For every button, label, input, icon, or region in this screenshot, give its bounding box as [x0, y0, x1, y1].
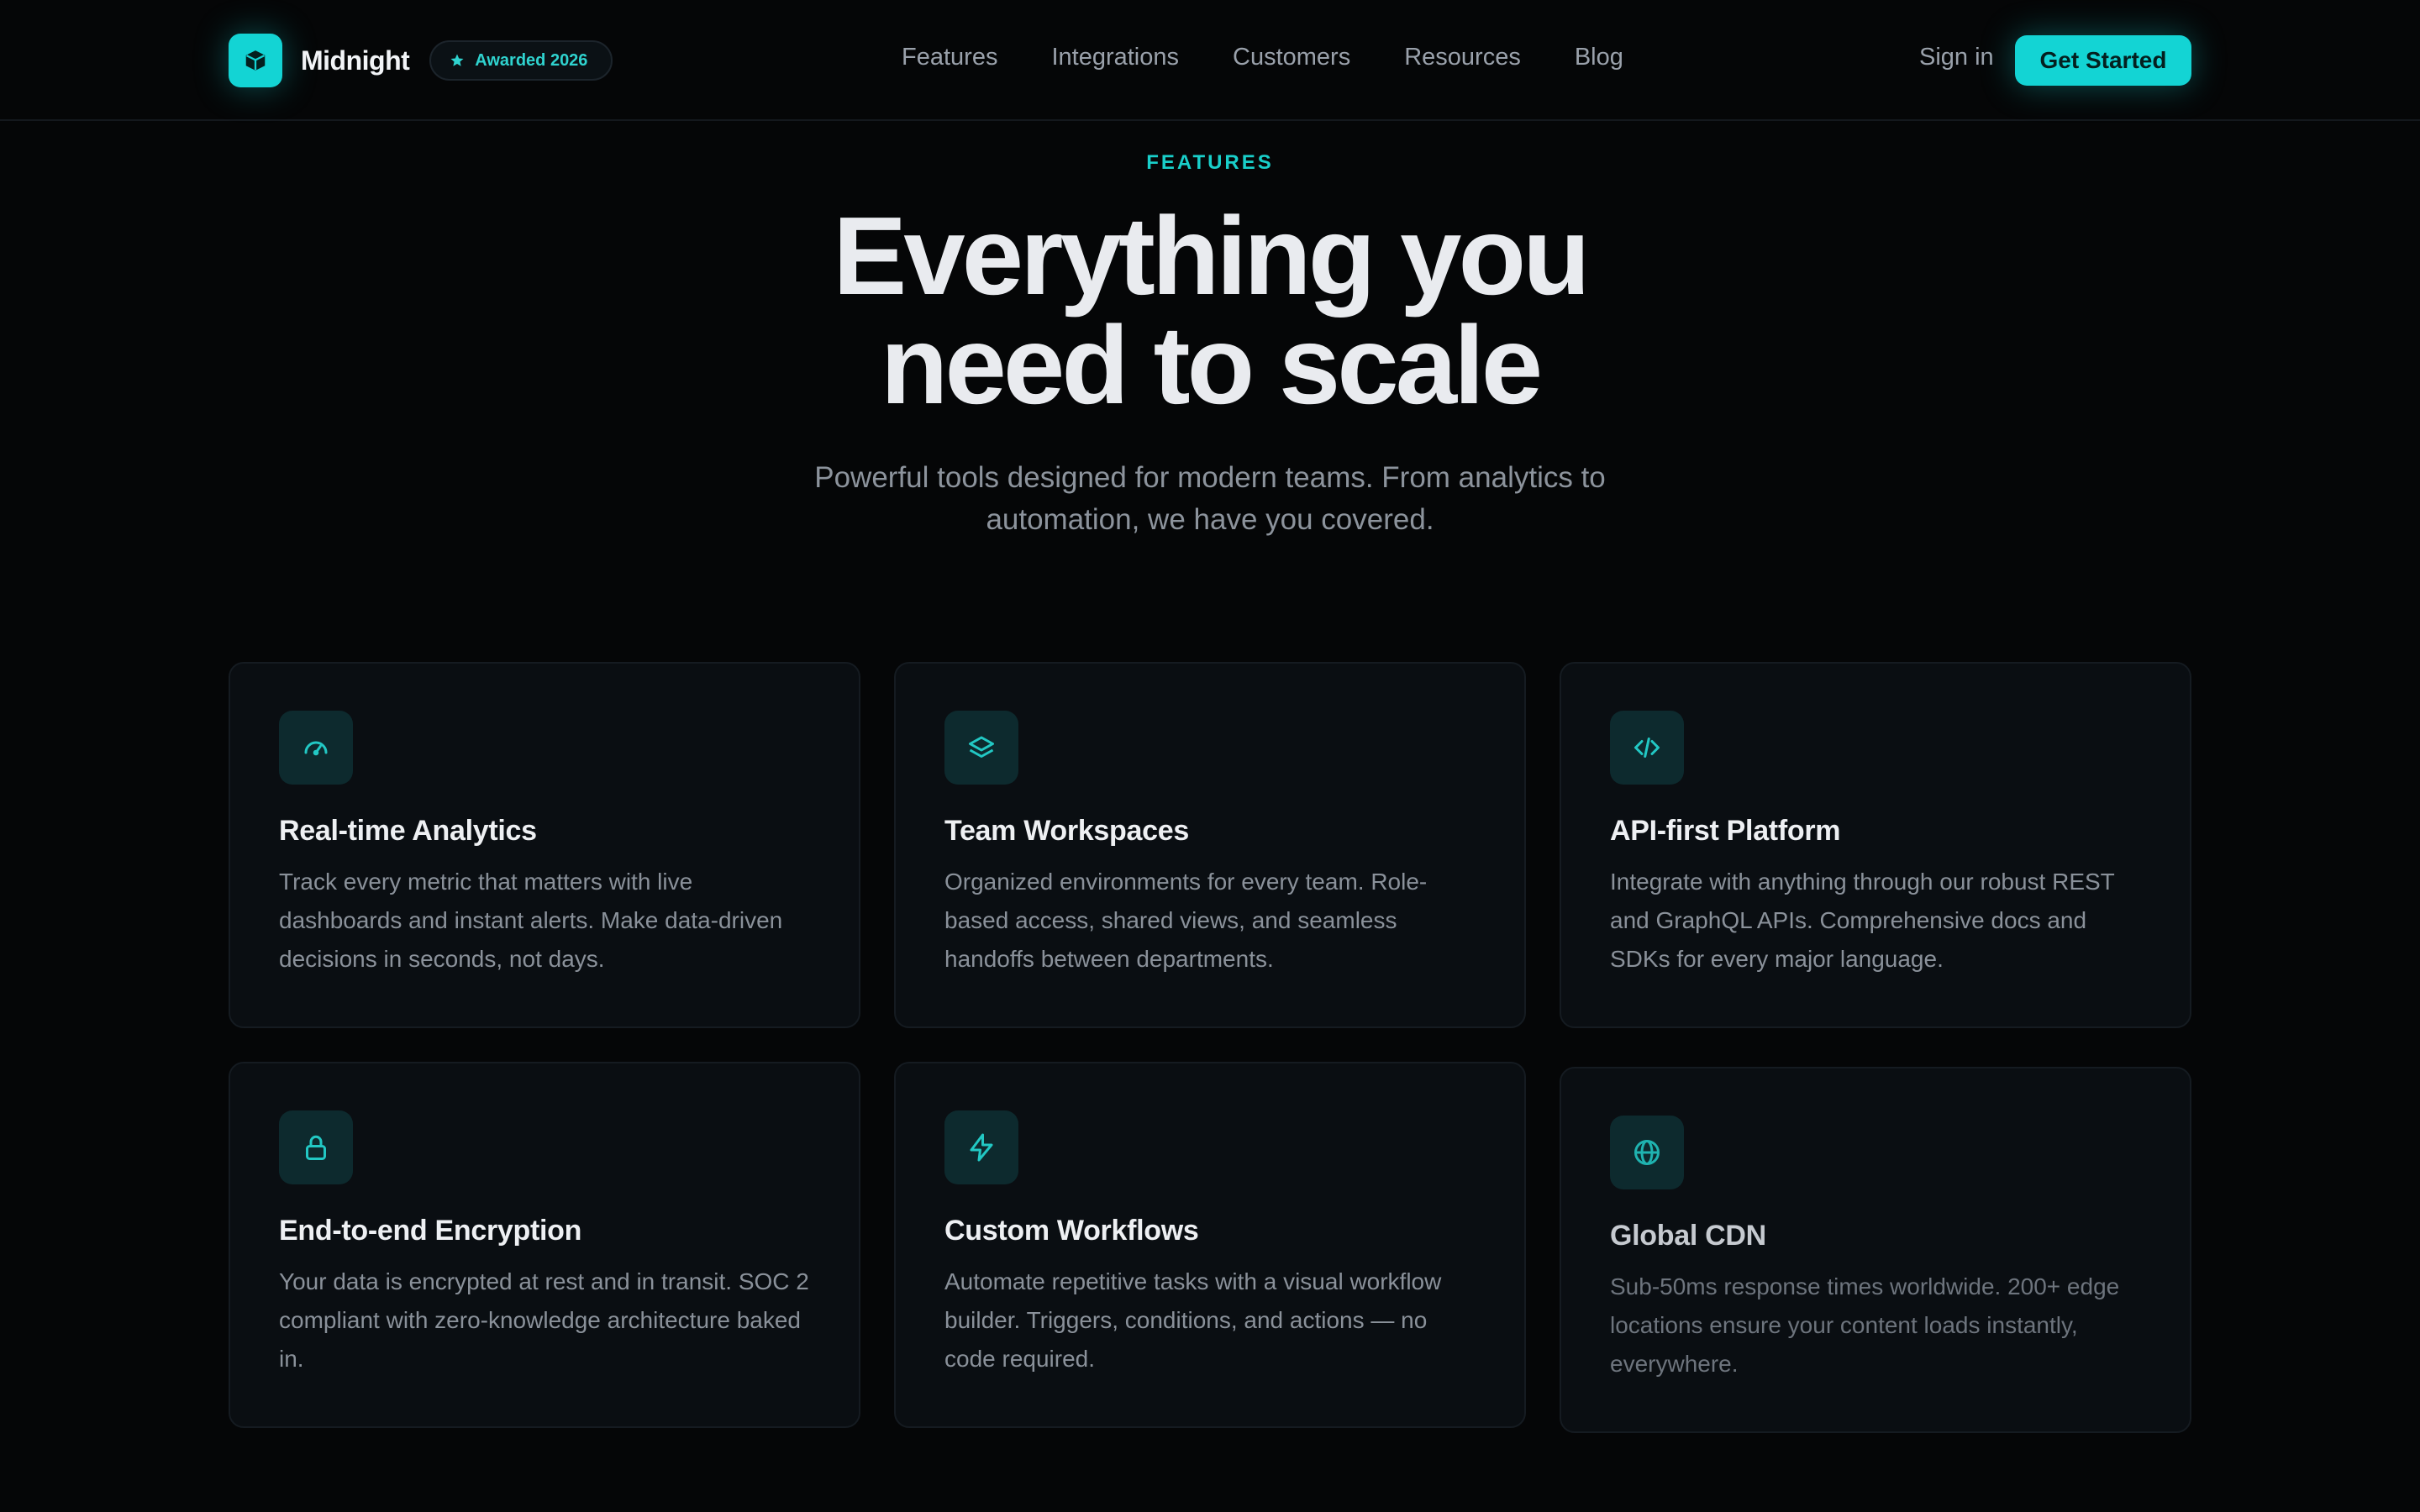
- award-badge: Awarded 2026: [429, 40, 613, 81]
- lock-icon: [279, 1110, 353, 1184]
- globe-icon: [1610, 1116, 1684, 1189]
- hero-title-line-2: need to scale: [880, 303, 1543, 427]
- brand[interactable]: Midnight Awarded 2026: [229, 34, 613, 87]
- section-eyebrow: FEATURES: [1146, 151, 1274, 174]
- layers-icon: [944, 711, 1018, 785]
- nav-links: Features Integrations Customers Resource…: [902, 44, 1623, 71]
- sign-in-link[interactable]: Sign in: [1919, 44, 1994, 71]
- award-badge-label: Awarded 2026: [475, 50, 588, 70]
- nav-link-resources[interactable]: Resources: [1404, 44, 1521, 71]
- nav-link-integrations[interactable]: Integrations: [1051, 44, 1179, 71]
- hero-subtitle: Powerful tools designed for modern teams…: [814, 461, 1606, 536]
- lightning-icon: [944, 1110, 1018, 1184]
- feature-description: Sub-50ms response times worldwide. 200+ …: [1610, 1273, 2120, 1377]
- brand-name[interactable]: Midnight: [301, 45, 410, 76]
- feature-card-api: API-first Platform Integrate with anythi…: [1560, 662, 2191, 1028]
- get-started-button[interactable]: Get Started: [2015, 35, 2191, 86]
- hero-title-line-1: Everything you: [833, 194, 1591, 318]
- feature-title: End-to-end Encryption: [279, 1215, 582, 1247]
- feature-card-workspaces: Team Workspaces Organized environments f…: [894, 662, 1526, 1028]
- feature-title: Custom Workflows: [944, 1215, 1199, 1247]
- box-icon: [245, 50, 266, 71]
- feature-card-analytics: Real-time Analytics Track every metric t…: [229, 662, 860, 1028]
- top-navigation: Midnight Awarded 2026 Features Integrati…: [0, 0, 2420, 121]
- feature-title: Global CDN: [1610, 1220, 1766, 1252]
- code-icon: [1610, 711, 1684, 785]
- feature-description: Automate repetitive tasks with a visual …: [944, 1268, 1442, 1372]
- feature-description: Track every metric that matters with liv…: [279, 869, 783, 972]
- feature-title: Team Workspaces: [944, 815, 1189, 847]
- nav-link-features[interactable]: Features: [902, 44, 997, 71]
- hero-title: Everything you need to scale: [0, 194, 2420, 427]
- nav-link-customers[interactable]: Customers: [1233, 44, 1350, 71]
- feature-title: API-first Platform: [1610, 815, 1841, 847]
- feature-description: Your data is encrypted at rest and in tr…: [279, 1268, 809, 1372]
- star-icon: [450, 53, 465, 68]
- feature-card-cdn: Global CDN Sub-50ms response times world…: [1560, 1067, 2191, 1433]
- logo-box-icon[interactable]: [229, 34, 282, 87]
- feature-title: Real-time Analytics: [279, 815, 537, 847]
- feature-description: Integrate with anything through our robu…: [1610, 869, 2115, 972]
- gauge-icon: [279, 711, 353, 785]
- feature-description: Organized environments for every team. R…: [944, 869, 1428, 972]
- nav-link-blog[interactable]: Blog: [1575, 44, 1623, 71]
- feature-card-workflows: Custom Workflows Automate repetitive tas…: [894, 1062, 1526, 1428]
- feature-card-encryption: End-to-end Encryption Your data is encry…: [229, 1062, 860, 1428]
